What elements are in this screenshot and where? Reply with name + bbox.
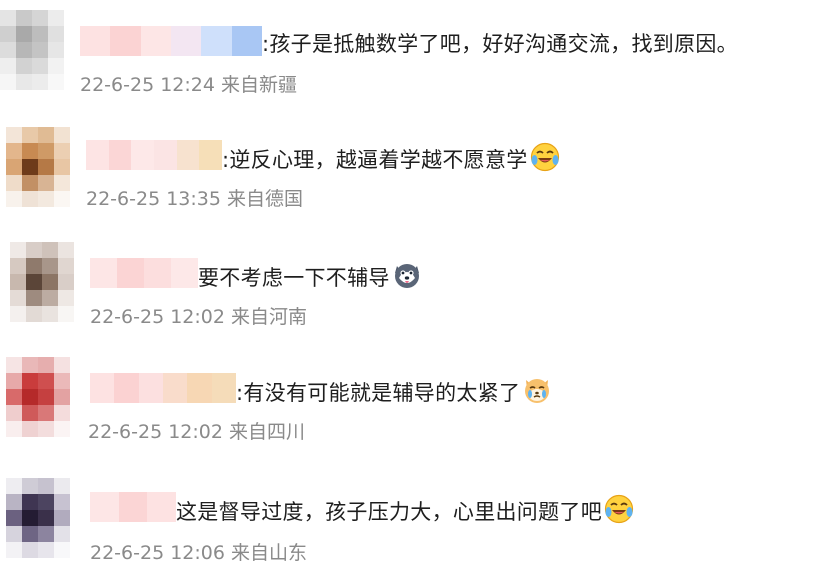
avatar[interactable] bbox=[10, 242, 74, 322]
comment-text: 这是督导过度，孩子压力大，心里出问题了吧 bbox=[176, 494, 634, 529]
username-blurred[interactable] bbox=[80, 26, 262, 56]
laugh-cry-emoji bbox=[530, 142, 560, 177]
username-blurred[interactable] bbox=[90, 373, 236, 403]
comment-text: :孩子是抵触数学了吧，好好沟通交流，找到原因。 bbox=[262, 32, 738, 56]
avatar[interactable] bbox=[6, 478, 70, 558]
comment-item: :有没有可能就是辅导的太紧了 22-6-25 12:02 来自四川 bbox=[0, 345, 824, 457]
avatar[interactable] bbox=[6, 127, 70, 207]
laugh-cry-emoji bbox=[604, 494, 634, 529]
timestamp: 22-6-25 12:02 bbox=[88, 421, 223, 443]
crying-dog-emoji bbox=[522, 375, 552, 410]
comment-meta: 22-6-25 12:02 来自河南 bbox=[90, 302, 307, 329]
location: 来自德国 bbox=[226, 188, 303, 210]
comment-item: 这是督导过度，孩子压力大，心里出问题了吧 22-6-25 12:06 来自山东 bbox=[0, 462, 824, 574]
comment-meta: 22-6-25 12:06 来自山东 bbox=[90, 538, 307, 565]
username-blurred[interactable] bbox=[90, 258, 198, 288]
comment-text: :有没有可能就是辅导的太紧了 bbox=[236, 375, 552, 410]
location: 来自新疆 bbox=[220, 74, 297, 96]
comment-meta: 22-6-25 13:35 来自德国 bbox=[86, 184, 303, 211]
comment-meta: 22-6-25 12:02 来自四川 bbox=[88, 417, 305, 444]
timestamp: 22-6-25 12:06 bbox=[90, 542, 225, 564]
timestamp: 22-6-25 12:02 bbox=[90, 306, 225, 328]
comment-item: :孩子是抵触数学了吧，好好沟通交流，找到原因。 22-6-25 12:24 来自新… bbox=[0, 0, 824, 112]
location: 来自四川 bbox=[228, 421, 305, 443]
husky-emoji bbox=[392, 260, 422, 295]
avatar[interactable] bbox=[6, 357, 70, 437]
avatar[interactable] bbox=[0, 10, 64, 90]
comment-text: 要不考虑一下不辅导 bbox=[198, 260, 422, 295]
comment-item: :逆反心理，越逼着学越不愿意学 22-6-25 13:35 来自德国 bbox=[0, 115, 824, 227]
timestamp: 22-6-25 13:35 bbox=[86, 188, 221, 210]
username-blurred[interactable] bbox=[86, 140, 223, 170]
comment-item: 要不考虑一下不辅导 22-6-25 12:02 来自河南 bbox=[0, 230, 824, 342]
comment-text: :逆反心理，越逼着学越不愿意学 bbox=[222, 142, 560, 177]
location: 来自河南 bbox=[230, 306, 307, 328]
location: 来自山东 bbox=[230, 542, 307, 564]
timestamp: 22-6-25 12:24 bbox=[80, 74, 215, 96]
comment-meta: 22-6-25 12:24 来自新疆 bbox=[80, 70, 297, 97]
username-blurred[interactable] bbox=[90, 492, 177, 522]
